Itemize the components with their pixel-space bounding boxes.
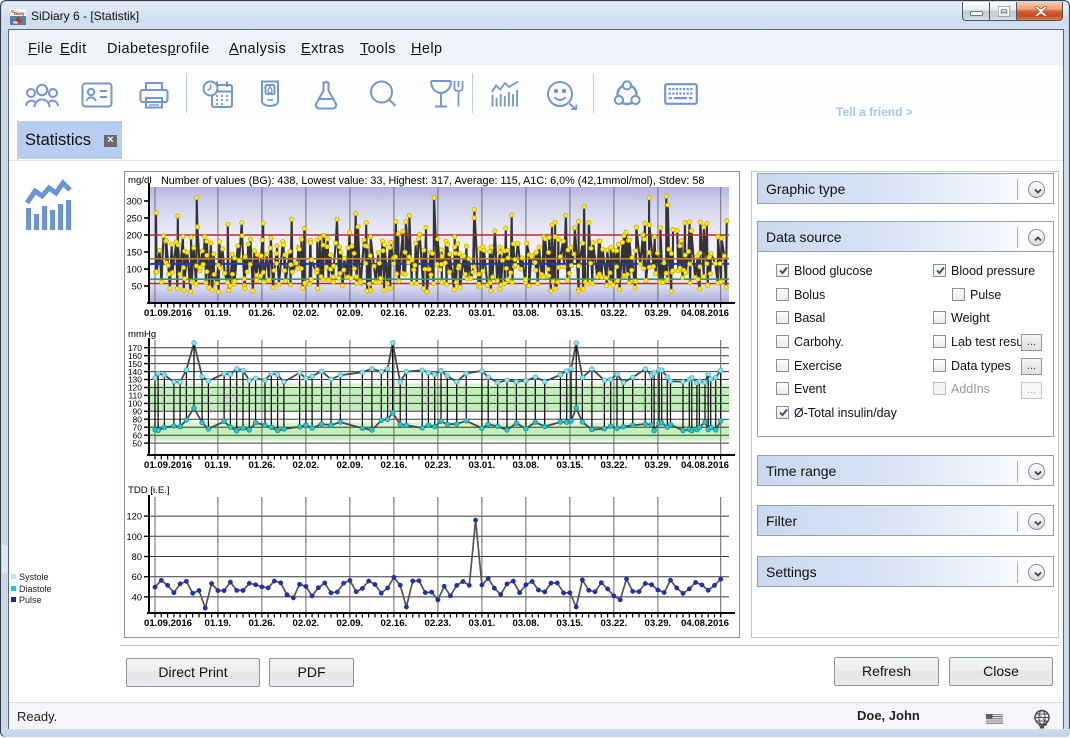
svg-text:Diary: Diary <box>14 11 25 16</box>
